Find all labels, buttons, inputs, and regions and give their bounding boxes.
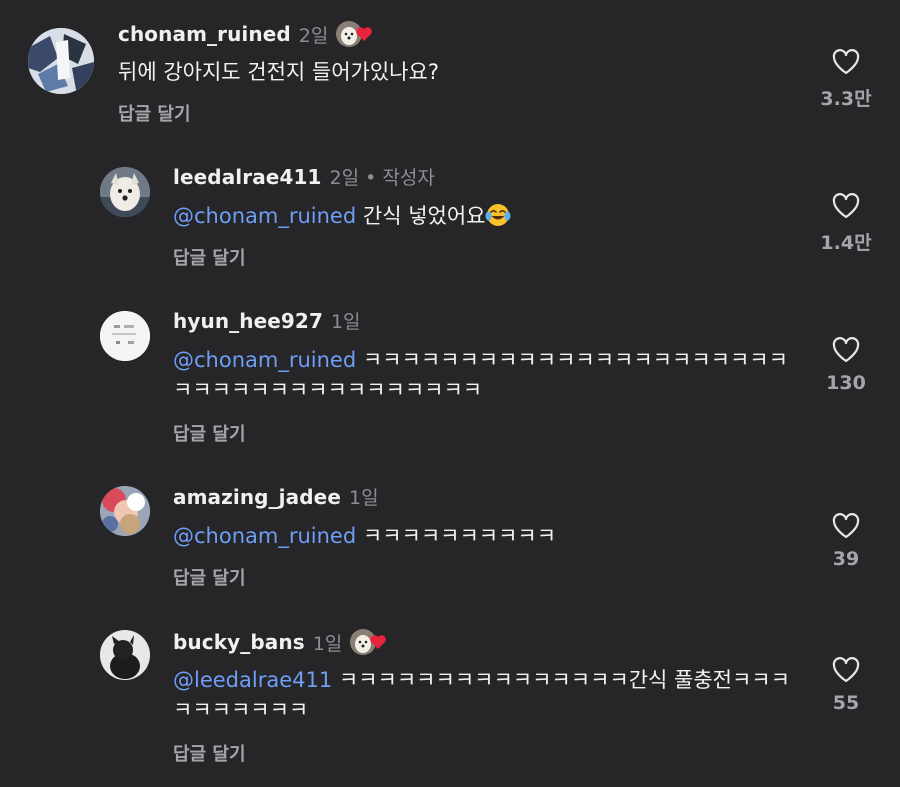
comment-body: ㅋㅋㅋㅋㅋㅋㅋㅋㅋㅋ bbox=[362, 524, 557, 548]
heart-outline-icon[interactable] bbox=[831, 192, 861, 220]
timestamp: 1일 bbox=[348, 487, 379, 509]
username[interactable]: amazing_jadee bbox=[173, 485, 341, 509]
avatar[interactable] bbox=[100, 167, 150, 217]
comment-text: 뒤에 강아지도 건전지 들어가있나요? bbox=[118, 57, 743, 87]
mention-link[interactable]: @chonam_ruined bbox=[173, 204, 356, 228]
like-count: 130 bbox=[826, 372, 866, 394]
comment-text: @chonam_ruined ㅋㅋㅋㅋㅋㅋㅋㅋㅋㅋ bbox=[173, 521, 798, 551]
mention-link[interactable]: @leedalrae411 bbox=[173, 668, 332, 692]
timestamp: 2일 bbox=[298, 24, 329, 47]
mention-link[interactable]: @chonam_ruined bbox=[173, 348, 356, 372]
username[interactable]: leedalrae411 bbox=[173, 165, 322, 189]
username[interactable]: chonam_ruined bbox=[118, 22, 291, 46]
like-count: 1.4만 bbox=[820, 232, 872, 254]
like-area: 39 bbox=[816, 512, 876, 570]
timestamp: 1일 bbox=[312, 632, 343, 655]
mention-link[interactable]: @chonam_ruined bbox=[173, 524, 356, 548]
reply-button[interactable]: 답글 달기 bbox=[173, 740, 246, 766]
creator-liked-badge bbox=[336, 19, 373, 49]
heart-outline-icon[interactable] bbox=[831, 336, 861, 364]
like-count: 3.3만 bbox=[820, 88, 872, 110]
like-count: 55 bbox=[832, 692, 860, 714]
comment-body: 간식 넣었어요 bbox=[362, 204, 486, 228]
like-area: 130 bbox=[816, 336, 876, 394]
heart-outline-icon[interactable] bbox=[831, 48, 861, 76]
reply-button[interactable]: 답글 달기 bbox=[173, 244, 246, 270]
reply-button[interactable]: 답글 달기 bbox=[173, 420, 246, 446]
avatar[interactable] bbox=[28, 28, 94, 94]
comment-text: @leedalrae411 ㅋㅋㅋㅋㅋㅋㅋㅋㅋㅋㅋㅋㅋㅋㅋ간식 풀충전ㅋㅋㅋㅋㅋ… bbox=[173, 665, 798, 725]
heart-outline-icon[interactable] bbox=[831, 512, 861, 540]
avatar[interactable] bbox=[100, 311, 150, 361]
username[interactable]: hyun_hee927 bbox=[173, 309, 323, 333]
timestamp: 1일 bbox=[330, 311, 361, 333]
heart-outline-icon[interactable] bbox=[831, 656, 861, 684]
creator-liked-heart-icon bbox=[370, 635, 387, 649]
avatar[interactable] bbox=[100, 486, 150, 536]
timestamp: 2일 bbox=[329, 167, 360, 189]
like-area: 55 bbox=[816, 656, 876, 714]
creator-liked-badge bbox=[350, 627, 387, 657]
username[interactable]: bucky_bans bbox=[173, 630, 305, 654]
like-area: 1.4만 bbox=[816, 192, 876, 255]
avatar[interactable] bbox=[100, 630, 150, 680]
comment-text: @chonam_ruined 간식 넣었어요 bbox=[173, 201, 798, 231]
like-area: 3.3만 bbox=[816, 48, 876, 111]
reply-button[interactable]: 답글 달기 bbox=[118, 100, 191, 126]
author-tag: • 작성자 bbox=[365, 167, 435, 189]
like-count: 39 bbox=[832, 548, 860, 570]
comment-body: 뒤에 강아지도 건전지 들어가있나요? bbox=[118, 60, 439, 84]
comment-text: @chonam_ruined ㅋㅋㅋㅋㅋㅋㅋㅋㅋㅋㅋㅋㅋㅋㅋㅋㅋㅋㅋㅋㅋㅋㅋㅋㅋ… bbox=[173, 345, 798, 405]
reply-button[interactable]: 답글 달기 bbox=[173, 564, 246, 590]
creator-liked-heart-icon bbox=[356, 27, 373, 41]
face-with-tears-of-joy-icon bbox=[485, 204, 511, 226]
